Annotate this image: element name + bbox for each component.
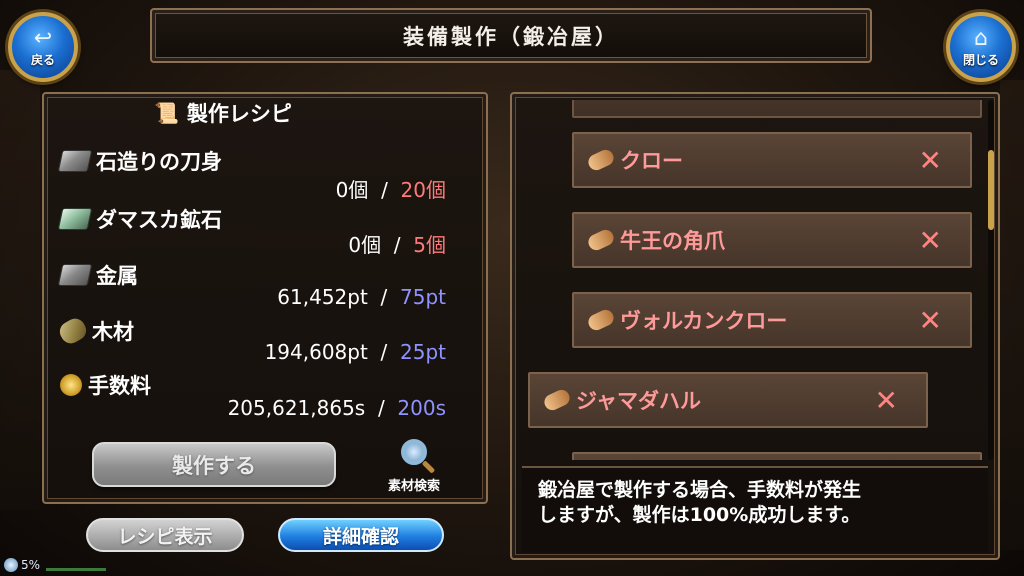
material-search-label: 素材検索 bbox=[387, 479, 440, 494]
list-item-name: クロー bbox=[620, 149, 683, 173]
material-name: ダマスカ鉱石 bbox=[96, 208, 222, 232]
quantity-separator: / bbox=[381, 178, 388, 202]
list-item[interactable]: ヴォルカンクロー ✕ bbox=[572, 292, 972, 348]
close-icon: ✕ bbox=[918, 143, 942, 177]
material-name-row: 木材 bbox=[56, 314, 134, 348]
quantity-separator: / bbox=[380, 285, 388, 309]
material-name: 金属 bbox=[96, 264, 138, 288]
info-line: 鍛冶屋で製作する場合、手数料が発生 bbox=[538, 479, 862, 501]
list-item-partial bbox=[572, 452, 982, 460]
back-button[interactable]: ↩ 戻る bbox=[8, 12, 78, 82]
coin-icon bbox=[60, 374, 82, 396]
material-have: 205,621,865s bbox=[227, 396, 366, 420]
scroll-icon: 📜 bbox=[154, 101, 179, 125]
material-quantity: 205,621,865s / 200s bbox=[228, 396, 446, 420]
close-icon: ✕ bbox=[918, 303, 942, 337]
info-line: しますが、製作は100%成功します。 bbox=[538, 504, 861, 526]
equipment-list[interactable]: クロー ✕ 牛王の角爪 ✕ ヴォルカンクロー ✕ ジャマダハル ✕ bbox=[522, 100, 984, 460]
ingot-icon bbox=[57, 150, 93, 172]
gear-icon bbox=[4, 558, 18, 572]
material-have: 0個 bbox=[335, 178, 369, 202]
material-name-row: 金属 bbox=[57, 260, 138, 290]
material-name: 手数料 bbox=[88, 374, 151, 398]
quantity-separator: / bbox=[380, 340, 388, 364]
scroll-icon bbox=[585, 227, 617, 253]
list-item-name: 牛王の角爪 bbox=[620, 229, 725, 253]
title-bar: 装備製作（鍛冶屋） bbox=[150, 8, 872, 63]
material-name-row: 手数料 bbox=[60, 370, 151, 400]
close-button-label: 閉じる bbox=[962, 52, 999, 67]
recipe-title: 製作レシピ bbox=[186, 102, 292, 126]
list-item-name: ヴォルカンクロー bbox=[620, 309, 788, 333]
craft-button[interactable]: 製作する bbox=[92, 442, 336, 487]
material-need: 25pt bbox=[400, 340, 446, 364]
recipe-view-button[interactable]: レシピ表示 bbox=[86, 518, 244, 552]
material-name: 石造りの刀身 bbox=[96, 150, 222, 174]
status-bar bbox=[46, 568, 106, 571]
ore-icon bbox=[57, 208, 93, 230]
metal-icon bbox=[57, 264, 93, 286]
detail-check-button[interactable]: 詳細確認 bbox=[278, 518, 444, 552]
material-need: 20個 bbox=[400, 178, 446, 202]
list-item[interactable]: 牛王の角爪 ✕ bbox=[572, 212, 972, 268]
quantity-separator: / bbox=[393, 233, 401, 257]
close-icon: ✕ bbox=[874, 383, 898, 417]
battery-percent: 5% bbox=[21, 558, 41, 572]
list-scrollbar[interactable] bbox=[988, 100, 994, 460]
material-quantity: 0個 / 5個 bbox=[348, 229, 446, 258]
material-quantity: 194,608pt / 25pt bbox=[265, 340, 446, 364]
list-item[interactable]: クロー ✕ bbox=[572, 132, 972, 188]
list-item-name: ジャマダハル bbox=[576, 389, 701, 413]
scroll-icon bbox=[585, 307, 617, 333]
material-name-row: ダマスカ鉱石 bbox=[57, 204, 222, 234]
list-item-partial bbox=[572, 100, 982, 118]
scrollbar-thumb[interactable] bbox=[988, 150, 994, 230]
wood-icon bbox=[56, 314, 90, 348]
status-indicator: 5% bbox=[4, 558, 40, 572]
list-item-selected[interactable]: ジャマダハル ✕ bbox=[528, 372, 928, 428]
material-name: 木材 bbox=[92, 320, 134, 344]
info-message: 鍛冶屋で製作する場合、手数料が発生 しますが、製作は100%成功します。 bbox=[522, 466, 988, 552]
material-need: 75pt bbox=[400, 285, 446, 309]
material-quantity: 0個 / 20個 bbox=[336, 174, 446, 203]
equipment-list-panel: クロー ✕ 牛王の角爪 ✕ ヴォルカンクロー ✕ ジャマダハル ✕ 鍛冶屋で製作… bbox=[510, 92, 1000, 560]
home-icon: ⌂ bbox=[974, 25, 988, 51]
material-have: 0個 bbox=[348, 233, 382, 257]
close-button[interactable]: ⌂ 閉じる bbox=[946, 12, 1016, 82]
background-shelf bbox=[0, 70, 40, 510]
material-have: 194,608pt bbox=[264, 340, 368, 364]
quantity-separator: / bbox=[377, 396, 385, 420]
page-title: 装備製作（鍛冶屋） bbox=[403, 24, 619, 49]
background-shelf bbox=[1000, 80, 1024, 550]
recipe-header: 📜 製作レシピ bbox=[154, 98, 292, 128]
material-have: 61,452pt bbox=[277, 285, 368, 309]
material-need: 5個 bbox=[413, 233, 446, 257]
back-arrow-icon: ↩ bbox=[33, 25, 53, 51]
recipe-panel: 📜 製作レシピ 石造りの刀身 0個 / 20個 ダマスカ鉱石 0個 / 5個 金… bbox=[42, 92, 488, 504]
close-icon: ✕ bbox=[918, 223, 942, 257]
scroll-icon bbox=[585, 147, 617, 173]
material-need: 200s bbox=[397, 396, 446, 420]
material-quantity: 61,452pt / 75pt bbox=[277, 285, 446, 309]
material-search-button[interactable]: 素材検索 bbox=[369, 439, 459, 494]
back-button-label: 戻る bbox=[30, 52, 55, 67]
material-name-row: 石造りの刀身 bbox=[57, 146, 222, 176]
magnifier-icon bbox=[401, 439, 427, 465]
scroll-icon bbox=[541, 387, 573, 413]
